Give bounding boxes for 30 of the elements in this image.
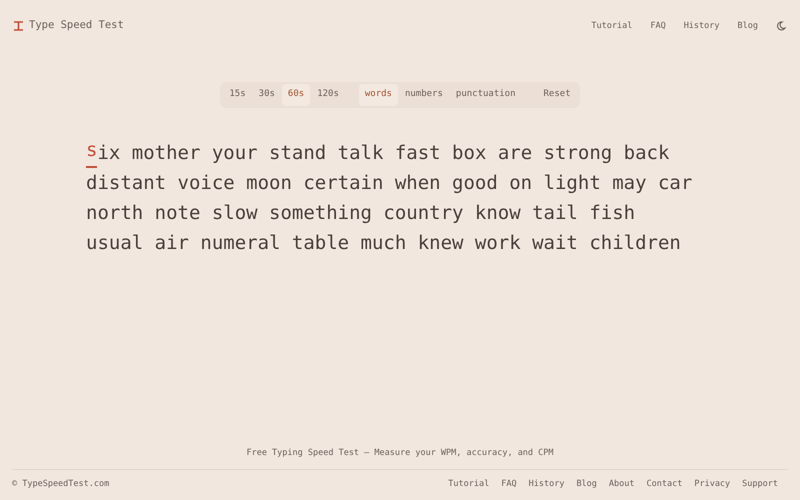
footer-link[interactable]: Tutorial	[448, 478, 490, 491]
copyright: © TypeSpeedTest.com	[12, 478, 110, 491]
current-letter: s	[86, 138, 98, 168]
nav-link[interactable]: History	[684, 20, 720, 32]
footer-link[interactable]: Blog	[576, 478, 597, 491]
text-line: ix mother your stand talk fast box are strong back	[97, 140, 670, 166]
mode-option[interactable]: 120s	[311, 84, 345, 106]
mode-option[interactable]: punctuation	[450, 84, 522, 106]
cursor-icon	[14, 21, 23, 31]
mode-option[interactable]: numbers	[398, 84, 449, 106]
reset-button[interactable]: Reset	[538, 84, 577, 106]
mode-option[interactable]: 30s	[252, 84, 281, 106]
text-line: usual air numeral table much knew work wait children	[86, 230, 681, 256]
site-title[interactable]: Type Speed Test	[29, 18, 124, 34]
nav-link[interactable]: Blog	[738, 20, 758, 32]
nav-link[interactable]: Tutorial	[591, 20, 632, 32]
text-line: distant voice moon certain when good on light may car	[86, 170, 692, 196]
footer-link[interactable]: Privacy	[694, 478, 730, 491]
footer-link[interactable]: About	[608, 478, 635, 491]
mode-option[interactable]: 60s	[282, 84, 310, 106]
footer-link[interactable]: FAQ	[501, 478, 517, 491]
text-line: north note slow something country know tail fish	[86, 200, 636, 226]
mode-option[interactable]: 15s	[223, 84, 252, 106]
moon-icon[interactable]	[776, 21, 786, 31]
footer-link[interactable]: History	[528, 478, 564, 491]
tagline: Free Typing Speed Test – Measure your WPM, accuracy, and CPM	[245, 447, 555, 460]
nav-link[interactable]: FAQ	[650, 20, 666, 32]
mode-option[interactable]: words	[358, 84, 398, 106]
footer-link[interactable]: Support	[742, 478, 778, 491]
footer-link[interactable]: Contact	[646, 478, 682, 491]
